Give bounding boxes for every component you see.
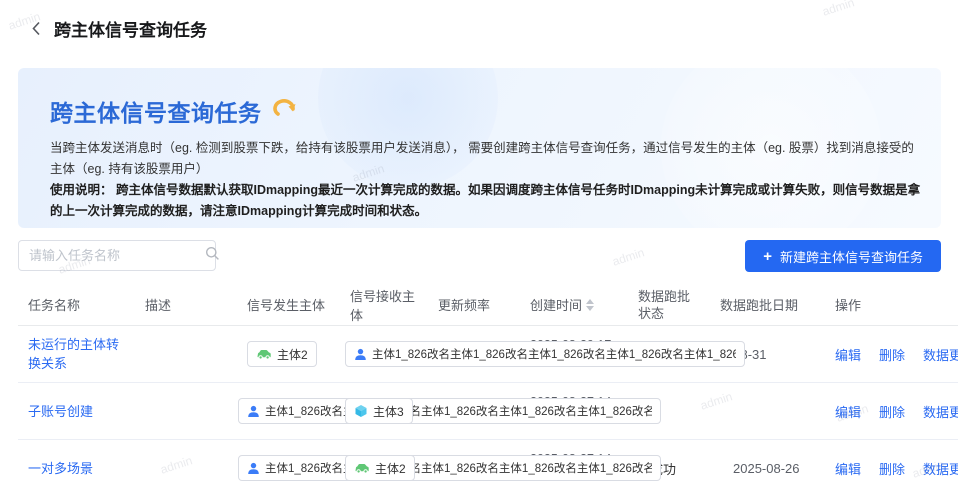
task-name-link[interactable]: 子账号创建 [28, 404, 93, 419]
toolbar: + 新建跨主体信号查询任务 [18, 240, 941, 272]
create-task-button[interactable]: + 新建跨主体信号查询任务 [745, 240, 941, 272]
person-icon [355, 348, 366, 360]
banner-title: 跨主体信号查询任务 [50, 100, 262, 126]
batch-date: 2025-08-26 [733, 460, 800, 476]
col-header-source: 信号发生主体 [247, 298, 326, 313]
source-entity-label: 主体1_826改名主体1_826改名主体1_826改名主体1_826改名主体1_… [265, 406, 652, 418]
table-row: 一对多场景 2025-08-27 14:27:02 成功 2025-08-26 … [18, 440, 958, 483]
target-entity-tag: 主体3 [345, 398, 413, 424]
sort-icon[interactable] [586, 298, 595, 311]
delete-link[interactable]: 删除 [879, 459, 905, 478]
data-update-link[interactable]: 数据更新 [923, 459, 958, 478]
search-input[interactable] [29, 248, 205, 263]
col-header-target: 信号接收主体 [350, 288, 416, 323]
target-entity-label: 主体1_826改名主体1_826改名主体1_826改名主体1_826改名主体1_… [372, 349, 736, 361]
delete-link[interactable]: 删除 [879, 345, 905, 364]
search-icon[interactable] [205, 246, 220, 266]
col-header-frequency: 更新频率 [438, 298, 491, 313]
edit-link[interactable]: 编辑 [835, 459, 861, 478]
edit-link[interactable]: 编辑 [835, 402, 861, 421]
col-header-batch-status: 数据跑批状态 [638, 288, 691, 321]
col-header-batch-date: 数据跑批日期 [720, 298, 799, 313]
source-entity-tag: 主体1_826改名主体1_826改名主体1_826改名主体1_826改名主体1_… [238, 455, 661, 481]
col-header-actions: 操作 [835, 298, 862, 313]
table-row: 子账号创建 2025-08-27 14:30:40 编辑 删除 数据更新 主体1… [18, 383, 958, 440]
swoosh-icon [272, 98, 298, 125]
target-entity-tag: 主体2 [345, 455, 415, 481]
page-header: 跨主体信号查询任务 [0, 0, 958, 41]
delete-link[interactable]: 删除 [879, 402, 905, 421]
banner-usage-note: 使用说明： 跨主体信号数据默认获取IDmapping最近一次计算完成的数据。如果… [50, 183, 921, 218]
source-entity-tag: 主体2 [247, 341, 317, 367]
page-title: 跨主体信号查询任务 [54, 21, 207, 40]
task-search-box[interactable] [18, 240, 219, 271]
source-entity-label: 主体2 [277, 347, 308, 362]
cube-icon [355, 405, 367, 417]
source-entity-label: 主体1_826改名主体1_826改名主体1_826改名主体1_826改名主体1_… [265, 463, 652, 475]
target-entity-tag: 主体1_826改名主体1_826改名主体1_826改名主体1_826改名主体1_… [345, 341, 745, 367]
task-table: 任务名称 描述 信号发生主体 信号接收主体 更新频率 创建时间 数据跑批状态 数… [18, 284, 958, 483]
source-entity-tag: 主体1_826改名主体1_826改名主体1_826改名主体1_826改名主体1_… [238, 398, 661, 424]
table-row: 未运行的主体转换关系 主体2 2025-08-29 17:34:21 编辑 删除… [18, 326, 958, 383]
col-header-created: 创建时间 [520, 295, 628, 314]
data-update-link[interactable]: 数据更新 [923, 345, 958, 364]
target-entity-label: 主体3 [373, 404, 404, 419]
car-icon [257, 350, 271, 360]
create-task-button-label: 新建跨主体信号查询任务 [779, 249, 923, 265]
banner-description: 当跨主体发送消息时（eg. 检测到股票下跌，给持有该股票用户发送消息）， 需要创… [50, 141, 914, 176]
task-name-link[interactable]: 未运行的主体转换关系 [28, 337, 119, 371]
target-entity-label: 主体2 [375, 461, 406, 476]
info-banner: 跨主体信号查询任务 当跨主体发送消息时（eg. 检测到股票下跌，给持有该股票用户… [18, 68, 941, 228]
data-update-link[interactable]: 数据更新 [923, 402, 958, 421]
col-header-created-label: 创建时间 [530, 298, 583, 313]
edit-link[interactable]: 编辑 [835, 345, 861, 364]
table-header-row: 任务名称 描述 信号发生主体 信号接收主体 更新频率 创建时间 数据跑批状态 数… [18, 284, 958, 326]
back-icon[interactable] [28, 21, 44, 37]
person-icon [248, 462, 259, 474]
col-header-name: 任务名称 [28, 298, 81, 313]
plus-icon: + [763, 247, 772, 265]
col-header-desc: 描述 [145, 298, 172, 313]
car-icon [355, 464, 369, 474]
person-icon [248, 405, 259, 417]
task-name-link[interactable]: 一对多场景 [28, 461, 93, 476]
